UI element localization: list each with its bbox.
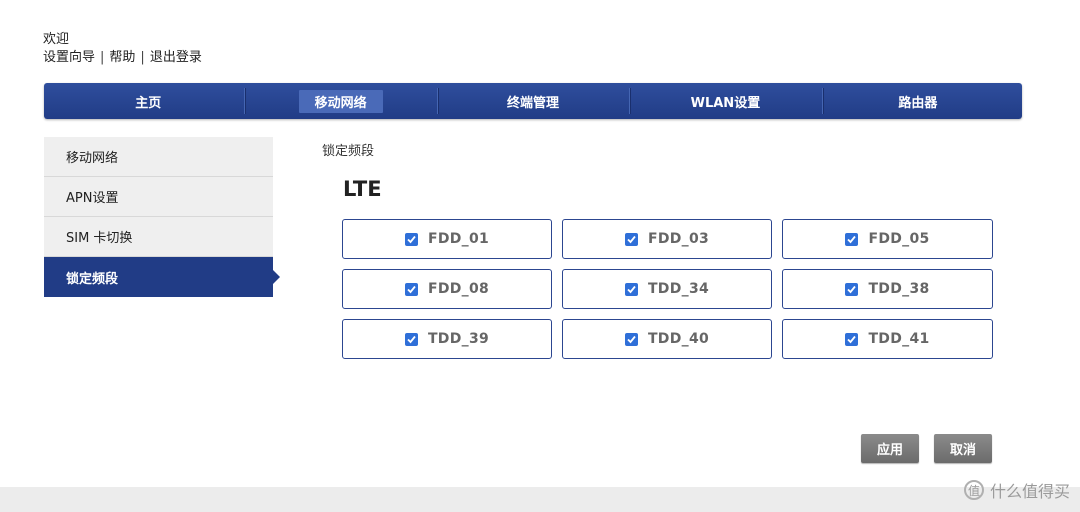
- nav-tab-wlan-settings[interactable]: WLAN设置: [629, 83, 821, 119]
- band-label: TDD_40: [647, 331, 710, 347]
- band-label: FDD_01: [427, 231, 490, 247]
- nav-tab-terminal-management[interactable]: 终端管理: [436, 83, 629, 119]
- help-link[interactable]: 帮助: [109, 50, 135, 65]
- checkbox-checked-icon[interactable]: [404, 232, 418, 246]
- nav-tab-home[interactable]: 主页: [52, 83, 244, 119]
- band-grid: FDD_01 FDD_03 FDD_05 FDD_08 TDD_34 TDD_3…: [342, 219, 993, 359]
- sidebar-item-sim-switch[interactable]: SIM 卡切换: [44, 217, 273, 257]
- nav-tab-label: 移动网络: [298, 89, 383, 113]
- checkbox-checked-icon[interactable]: [624, 232, 638, 246]
- checkbox-checked-icon[interactable]: [845, 332, 859, 346]
- footer-bar: [0, 487, 1080, 512]
- nav-tab-label: 终端管理: [507, 95, 560, 111]
- band-option-fdd-08[interactable]: FDD_08: [342, 269, 552, 309]
- watermark: 值 什么值得买: [963, 478, 1070, 502]
- logout-link[interactable]: 退出登录: [150, 50, 202, 65]
- band-option-tdd-40[interactable]: TDD_40: [562, 319, 772, 359]
- band-label: TDD_34: [647, 281, 710, 297]
- band-label: TDD_38: [868, 281, 930, 297]
- sidebar: 移动网络 APN设置 SIM 卡切换 锁定频段: [44, 137, 280, 297]
- nav-tab-mobile-network[interactable]: 移动网络: [244, 83, 436, 119]
- band-label: FDD_08: [427, 281, 490, 297]
- navbar-cap-left: [44, 83, 52, 119]
- checkbox-checked-icon[interactable]: [624, 332, 638, 346]
- band-option-tdd-39[interactable]: TDD_39: [342, 319, 552, 359]
- lte-heading: LTE: [343, 177, 382, 201]
- nav-tab-label: 主页: [135, 95, 162, 111]
- band-label: FDD_05: [868, 231, 930, 247]
- setup-wizard-link[interactable]: 设置向导: [43, 50, 95, 65]
- cancel-button[interactable]: 取消: [934, 434, 992, 463]
- nav-tab-label: WLAN设置: [690, 95, 761, 111]
- band-option-fdd-01[interactable]: FDD_01: [342, 219, 552, 259]
- nav-tab-label: 路由器: [898, 95, 938, 111]
- sidebar-item-band-lock[interactable]: 锁定频段: [44, 257, 280, 297]
- nav-tab-router[interactable]: 路由器: [821, 83, 1014, 119]
- checkbox-checked-icon[interactable]: [404, 332, 418, 346]
- link-separator: |: [140, 50, 145, 65]
- apply-button[interactable]: 应用: [861, 434, 919, 463]
- top-links: 欢迎 设置向导 | 帮助 | 退出登录: [43, 31, 202, 67]
- checkbox-checked-icon[interactable]: [845, 282, 859, 296]
- welcome-text: 欢迎: [43, 32, 70, 47]
- band-label: FDD_03: [647, 231, 710, 247]
- checkbox-checked-icon[interactable]: [845, 232, 859, 246]
- band-option-tdd-41[interactable]: TDD_41: [782, 319, 993, 359]
- band-option-tdd-38[interactable]: TDD_38: [782, 269, 993, 309]
- band-option-fdd-03[interactable]: FDD_03: [562, 219, 772, 259]
- band-option-fdd-05[interactable]: FDD_05: [782, 219, 993, 259]
- checkbox-checked-icon[interactable]: [404, 282, 418, 296]
- main-navbar: 主页 移动网络 终端管理 WLAN设置 路由器: [44, 83, 1022, 119]
- watermark-logo-icon: 值: [963, 480, 984, 500]
- section-title: 锁定频段: [322, 144, 375, 159]
- band-label: TDD_39: [427, 331, 490, 347]
- band-label: TDD_41: [868, 331, 930, 347]
- header-links: 设置向导 | 帮助 | 退出登录: [43, 49, 202, 67]
- link-separator: |: [100, 50, 105, 65]
- sidebar-item-mobile-network[interactable]: 移动网络: [44, 137, 273, 177]
- band-option-tdd-34[interactable]: TDD_34: [562, 269, 772, 309]
- navbar-cap-right: [1014, 83, 1022, 119]
- checkbox-checked-icon[interactable]: [624, 282, 638, 296]
- sidebar-item-apn-settings[interactable]: APN设置: [44, 177, 273, 217]
- watermark-text: 什么值得买: [989, 482, 1070, 501]
